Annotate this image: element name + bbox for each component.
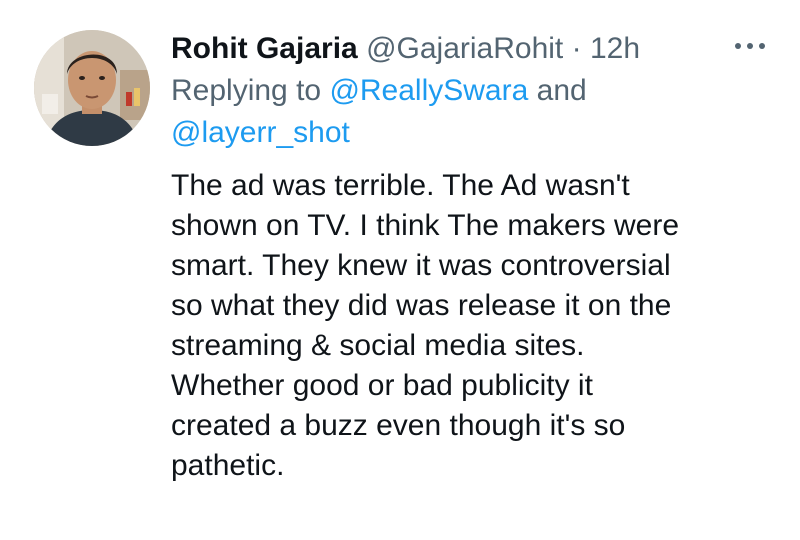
tweet-header: Rohit Gajaria @GajariaRohit · 12h [171,30,771,68]
more-horizontal-icon [735,43,765,49]
tweet-text-line: pathetic. [171,449,285,482]
replying-to-conjunction: and [528,74,587,107]
author-name[interactable]: Rohit Gajaria [171,32,358,65]
tweet-content: Rohit Gajaria @GajariaRohit · 12h Replyi… [171,30,771,486]
tweet-text-line: streaming & social media sites. [171,329,585,362]
tweet-text-line: created a buzz even though it's so [171,409,626,442]
more-options-button[interactable] [730,36,770,56]
tweet-text: The ad was terrible. The Ad wasn't shown… [171,166,771,486]
author-handle[interactable]: @GajariaRohit [366,32,563,65]
avatar-photo [34,30,150,146]
tweet-text-line: so what they did was release it on the [171,289,672,322]
tweet-timestamp[interactable]: 12h [590,32,640,65]
mention-layerr-shot[interactable]: @layerr_shot [171,116,350,149]
tweet-text-line: shown on TV. I think The makers were [171,209,680,242]
tweet-text-line: Whether good or bad publicity it [171,369,593,402]
avatar[interactable] [34,30,150,146]
tweet-text-line: The ad was terrible. The Ad wasn't [171,169,630,202]
replying-to-label: Replying to [171,74,330,107]
replying-to: Replying to @ReallySwara and @layerr_sho… [171,70,671,154]
tweet-card[interactable]: Rohit Gajaria @GajariaRohit · 12h Replyi… [0,0,800,540]
tweet-text-line: smart. They knew it was controversial [171,249,671,282]
mention-reallyswara[interactable]: @ReallySwara [329,74,528,107]
header-separator: · [571,32,582,65]
